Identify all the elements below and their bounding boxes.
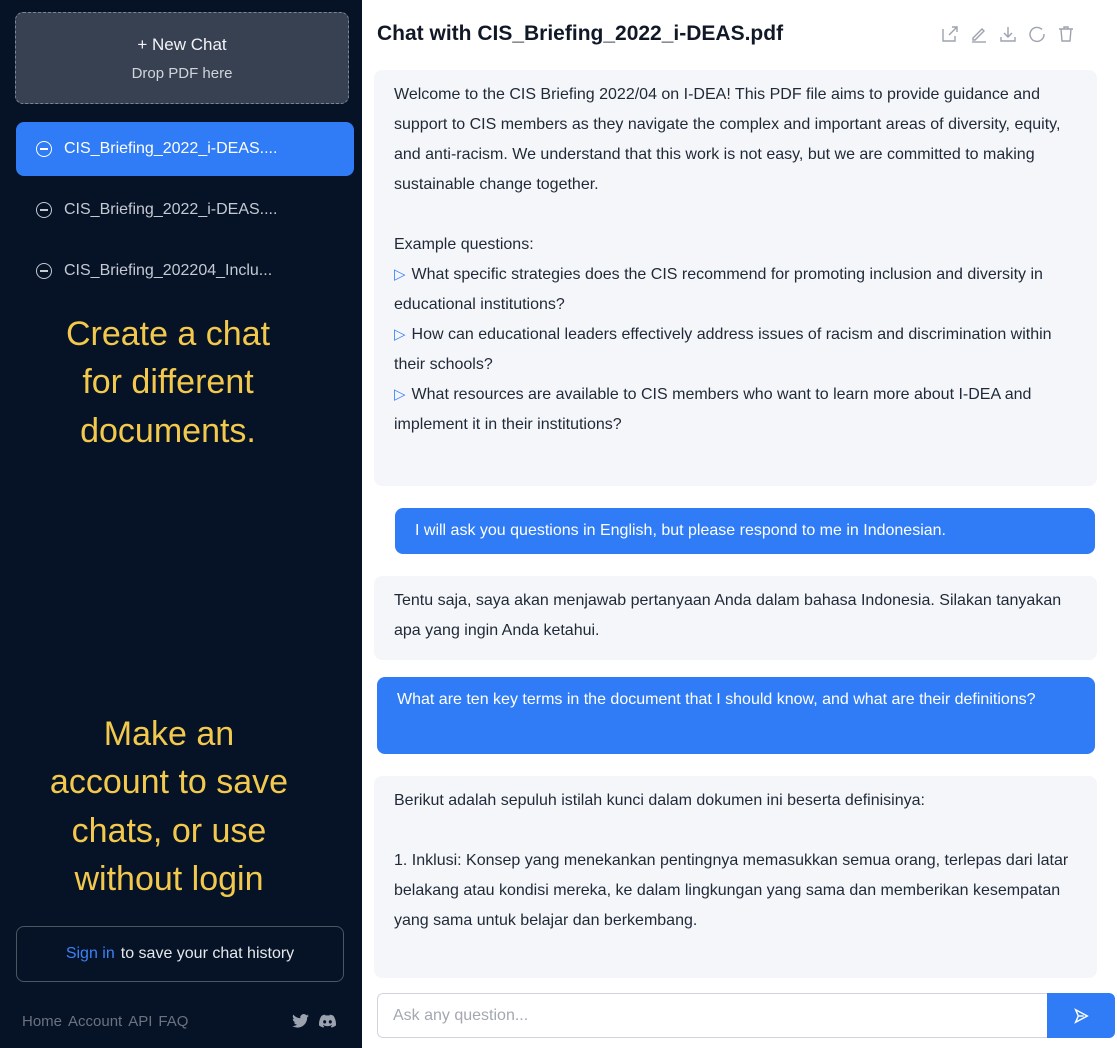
chat-item-label: CIS_Briefing_2022_i-DEAS.... [64,201,278,218]
chat-bubble-icon [36,202,52,218]
trash-icon[interactable] [1056,24,1076,44]
chat-bubble-icon [36,263,52,279]
chat-bubble-icon [36,141,52,157]
footer-link-faq[interactable]: FAQ [158,1013,188,1030]
chat-panel: Chat with CIS_Briefing_2022_i-DEAS.pdf W… [362,0,1117,1048]
edit-icon[interactable] [969,24,989,44]
chat-list-item[interactable]: CIS_Briefing_2022_i-DEAS.... [16,122,354,176]
signin-prompt: Sign in to save your chat history [16,926,344,982]
examples-label: Example questions: [394,236,534,253]
promo-line: chats, or use [71,811,267,850]
example-question[interactable]: ▷ What resources are available to CIS mem… [394,380,1077,440]
reset-icon[interactable] [1027,24,1047,44]
example-question-text: How can educational leaders effectively … [394,326,1052,373]
assistant-message: Berikut adalah sepuluh istilah kunci dal… [374,776,1097,978]
example-question[interactable]: ▷ What specific strategies does the CIS r… [394,260,1077,320]
promo-line: for different [82,363,254,402]
chat-list-item[interactable]: CIS_Briefing_2022_i-DEAS.... [16,183,354,237]
question-input[interactable] [377,993,1049,1038]
discord-icon[interactable] [319,1014,336,1028]
social-links [292,1014,336,1028]
footer-link-account[interactable]: Account [68,1013,122,1030]
page-title: Chat with CIS_Briefing_2022_i-DEAS.pdf [377,22,784,45]
example-question-text: What specific strategies does the CIS re… [394,266,1043,313]
chat-item-label: CIS_Briefing_202204_Inclu... [64,262,273,279]
user-message: What are ten key terms in the document t… [377,677,1095,754]
footer-link-home[interactable]: Home [22,1013,62,1030]
promo-text-account: Make an account to save chats, or use wi… [0,710,338,903]
send-arrow-icon: ▷ [394,326,406,343]
send-arrow-icon: ▷ [394,266,406,283]
drop-pdf-hint: Drop PDF here [131,65,233,82]
promo-line: account to save [49,763,289,802]
new-chat-label: + New Chat [137,35,227,54]
example-question-text: What resources are available to CIS memb… [394,386,1032,433]
header-toolbar [940,24,1076,44]
answer-item: 1. Inklusi: Konsep yang menekankan penti… [394,852,1069,929]
send-button[interactable] [1047,993,1115,1038]
assistant-message: Welcome to the CIS Briefing 2022/04 on I… [374,70,1097,486]
sidebar: + New Chat Drop PDF here CIS_Briefing_20… [0,0,362,1048]
user-message: I will ask you questions in English, but… [395,508,1095,554]
chat-item-label: CIS_Briefing_2022_i-DEAS.... [64,140,278,157]
chat-list-item[interactable]: CIS_Briefing_202204_Inclu... [16,244,354,298]
promo-text-chats: Create a chat for different documents. [0,310,336,455]
twitter-icon[interactable] [292,1014,309,1028]
signin-link[interactable]: Sign in [66,945,115,963]
answer-intro: Berikut adalah sepuluh istilah kunci dal… [394,792,925,809]
signin-text: to save your chat history [120,945,295,962]
footer-link-api[interactable]: API [128,1013,152,1030]
promo-line: Make an [103,715,235,753]
welcome-intro: Welcome to the CIS Briefing 2022/04 on I… [394,86,1061,193]
footer-links: Home Account API FAQ [22,1013,188,1030]
share-icon[interactable] [940,24,960,44]
send-arrow-icon: ▷ [394,386,406,403]
promo-line: Create a chat [65,315,271,353]
download-icon[interactable] [998,24,1018,44]
send-icon [1074,1007,1089,1024]
assistant-message: Tentu saja, saya akan menjawab pertanyaa… [374,576,1097,660]
new-chat-dropzone[interactable]: + New Chat Drop PDF here [15,12,349,104]
promo-line: documents. [80,411,256,450]
example-question[interactable]: ▷ How can educational leaders effectively… [394,320,1077,380]
composer [377,993,1115,1038]
promo-line: without login [74,859,264,898]
